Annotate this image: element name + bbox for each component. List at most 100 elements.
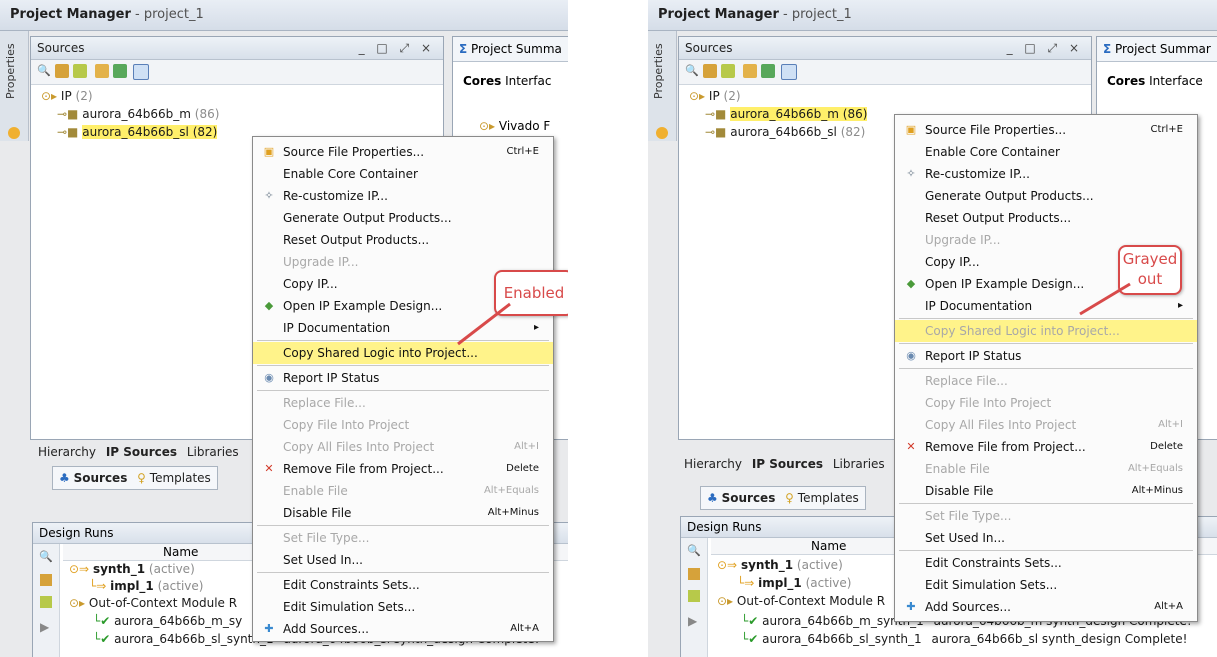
add-sources-icon[interactable] (113, 64, 127, 78)
properties-side-tab[interactable]: Properties (0, 31, 29, 141)
sub-tabs: ♣ Sources ♀ Templates (700, 486, 866, 510)
tab-interfaces[interactable]: Interfac (505, 74, 551, 88)
menu-item[interactable]: Replace File... (895, 370, 1197, 392)
run-row-synth[interactable]: ⊙⇒ synth_1 (active) (69, 561, 195, 577)
menu-item[interactable]: ✚ Add Sources... Alt+A (253, 618, 553, 640)
run-row-ooc[interactable]: ⊙▸ Out-of-Context Module R (69, 595, 237, 611)
expand-all-icon[interactable] (40, 596, 52, 608)
tab-ip-sources[interactable]: IP Sources (106, 445, 177, 459)
menu-item[interactable]: Enable Core Container (253, 163, 553, 185)
menu-item[interactable]: ✕ Remove File from Project... Delete (253, 458, 553, 480)
menu-item[interactable]: ✕ Remove File from Project... Delete (895, 436, 1197, 458)
menu-item[interactable]: ▣ Source File Properties... Ctrl+E (253, 141, 553, 163)
menu-item[interactable]: Disable File Alt+Minus (895, 480, 1197, 502)
tab-cores[interactable]: Cores (463, 74, 501, 88)
search-icon[interactable]: 🔍 (39, 550, 53, 563)
tree-item-aurora-m[interactable]: ⊸■ aurora_64b66b_m (86) (57, 105, 219, 123)
collapse-all-icon[interactable] (40, 574, 52, 586)
menu-item[interactable]: Edit Constraints Sets... (895, 552, 1197, 574)
run-row-aurora-sl[interactable]: └✔ aurora_64b66b_sl_synth_1 aurora_64b66… (741, 631, 1187, 647)
menu-item[interactable]: ▣ Source File Properties... Ctrl+E (895, 119, 1197, 141)
expand-all-icon[interactable] (721, 64, 735, 78)
tree-item-aurora-m[interactable]: ⊸■ aurora_64b66b_m (86) (705, 105, 868, 123)
tab-hierarchy[interactable]: Hierarchy (38, 445, 96, 459)
tab-project-summary[interactable]: Σ Project Summa (453, 37, 568, 62)
search-icon[interactable]: 🔍 (687, 544, 701, 557)
menu-item[interactable]: Edit Simulation Sets... (895, 574, 1197, 596)
tab-templates[interactable]: Templates (150, 471, 211, 485)
sigma-icon: Σ (1103, 42, 1112, 56)
menu-item[interactable]: ✧ Re-customize IP... (253, 185, 553, 207)
menu-item[interactable]: ◉ Report IP Status (895, 345, 1197, 367)
run-row-ooc[interactable]: ⊙▸ Out-of-Context Module R (717, 593, 885, 609)
open-folder-icon[interactable] (95, 64, 109, 78)
menu-item[interactable]: Enable Core Container (895, 141, 1197, 163)
play-icon[interactable]: ▶ (40, 620, 49, 634)
tab-ip-sources[interactable]: IP Sources (752, 457, 823, 471)
menu-item[interactable]: Edit Simulation Sets... (253, 596, 553, 618)
menu-item[interactable]: Replace File... (253, 392, 553, 414)
window-controls[interactable]: _ □ ⤢ × (359, 37, 435, 59)
menu-item[interactable]: Reset Output Products... (253, 229, 553, 251)
menu-item[interactable]: Generate Output Products... (253, 207, 553, 229)
tab-templates[interactable]: Templates (798, 491, 859, 505)
collapse-all-icon[interactable] (55, 64, 69, 78)
window-controls[interactable]: _ □ ⤢ × (1007, 37, 1083, 59)
summary-tree-item[interactable]: ⊙▸ Vivado F (479, 119, 550, 133)
tab-libraries[interactable]: Libraries (187, 445, 239, 459)
run-name: synth_1 (740, 558, 794, 572)
expand-all-icon[interactable] (688, 590, 700, 602)
menu-item[interactable]: Disable File Alt+Minus (253, 502, 553, 524)
tree-item-ip[interactable]: ⊙▸ IP (2) (41, 87, 93, 105)
menu-item[interactable]: IP Documentation ▸ (895, 295, 1197, 317)
properties-side-tab[interactable]: Properties (648, 31, 677, 141)
run-row-aurora-m[interactable]: └✔ aurora_64b66b_m_sy (93, 613, 242, 629)
menu-item[interactable]: Copy All Files Into Project Alt+I (253, 436, 553, 458)
add-sources-icon[interactable] (761, 64, 775, 78)
tree-item-aurora-sl[interactable]: ⊸■ aurora_64b66b_sl (82) (57, 123, 218, 141)
collapse-all-icon[interactable] (703, 64, 717, 78)
run-row-impl[interactable]: └⇒ impl_1 (active) (89, 578, 203, 594)
properties-tab-label: Properties (4, 43, 17, 99)
menu-item[interactable]: Set Used In... (895, 527, 1197, 549)
menu-item[interactable]: Generate Output Products... (895, 185, 1197, 207)
show-hierarchy-icon[interactable] (781, 64, 797, 80)
menu-item[interactable]: Edit Constraints Sets... (253, 574, 553, 596)
search-icon[interactable]: 🔍 (685, 64, 699, 78)
menu-item[interactable]: Set Used In... (253, 549, 553, 571)
tab-project-summary[interactable]: Σ Project Summar (1097, 37, 1217, 62)
menu-item[interactable]: Copy Shared Logic into Project... (895, 320, 1197, 342)
tab-sources[interactable]: Sources (722, 491, 776, 505)
tab-hierarchy[interactable]: Hierarchy (684, 457, 742, 471)
menu-item-label: Disable File (925, 484, 994, 498)
menu-item[interactable]: Set File Type... (895, 505, 1197, 527)
run-row-impl[interactable]: └⇒ impl_1 (active) (737, 575, 851, 591)
context-menu: ▣ Source File Properties... Ctrl+E Enable C… (252, 136, 554, 642)
menu-item[interactable]: ✧ Re-customize IP... (895, 163, 1197, 185)
search-icon[interactable]: 🔍 (37, 64, 51, 78)
tab-libraries[interactable]: Libraries (833, 457, 885, 471)
open-folder-icon[interactable] (743, 64, 757, 78)
tab-cores[interactable]: Cores (1107, 74, 1145, 88)
play-icon[interactable]: ▶ (688, 614, 697, 628)
run-row-synth[interactable]: ⊙⇒ synth_1 (active) (717, 557, 843, 573)
collapse-all-icon[interactable] (688, 568, 700, 580)
show-hierarchy-icon[interactable] (133, 64, 149, 80)
expand-all-icon[interactable] (73, 64, 87, 78)
menu-item[interactable]: ✚ Add Sources... Alt+A (895, 596, 1197, 618)
run-status: (active) (157, 579, 204, 593)
menu-item[interactable]: Set File Type... (253, 527, 553, 549)
menu-item-label: Source File Properties... (925, 123, 1067, 137)
menu-item[interactable]: Copy File Into Project (253, 414, 553, 436)
tab-interfaces[interactable]: Interface (1149, 74, 1203, 88)
tab-sources[interactable]: Sources (74, 471, 128, 485)
menu-item[interactable]: Copy File Into Project (895, 392, 1197, 414)
menu-item[interactable]: ◉ Report IP Status (253, 367, 553, 389)
menu-item[interactable]: Enable File Alt+Equals (253, 480, 553, 502)
tree-item-ip[interactable]: ⊙▸ IP (2) (689, 87, 741, 105)
menu-item[interactable]: Reset Output Products... (895, 207, 1197, 229)
menu-separator (899, 503, 1193, 504)
tree-item-aurora-sl[interactable]: ⊸■ aurora_64b66b_sl (82) (705, 123, 865, 141)
menu-item[interactable]: Copy All Files Into Project Alt+I (895, 414, 1197, 436)
menu-item[interactable]: Enable File Alt+Equals (895, 458, 1197, 480)
